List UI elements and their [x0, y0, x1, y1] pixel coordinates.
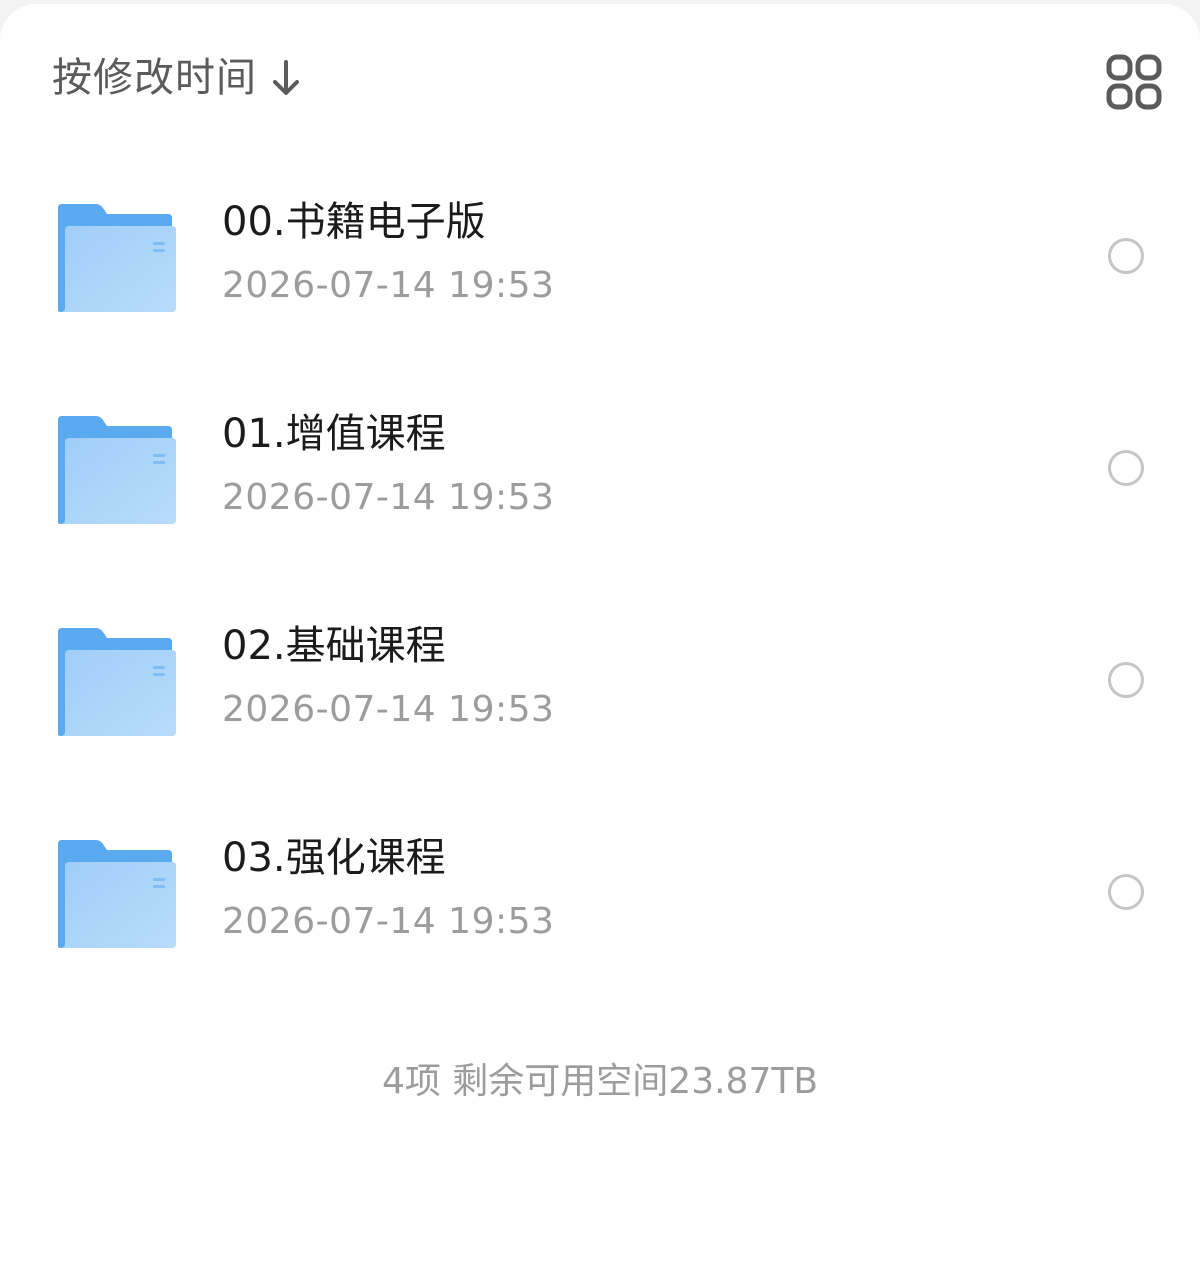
toolbar: 按修改时间: [0, 4, 1200, 154]
sort-label: 按修改时间: [52, 55, 257, 101]
file-modified-time: 2026-07-14 19:53: [222, 901, 555, 942]
file-row[interactable]: 02.基础课程 2026-07-14 19:53: [0, 580, 1200, 792]
file-modified-time: 2026-07-14 19:53: [222, 689, 555, 730]
file-browser-panel: 按修改时间 00.书籍电子版 2026-07-14 19:53 01.增值课程 …: [0, 4, 1200, 1286]
folder-icon: [58, 204, 176, 312]
file-name: 01.增值课程: [222, 411, 446, 457]
file-row[interactable]: 03.强化课程 2026-07-14 19:53: [0, 792, 1200, 1004]
select-radio[interactable]: [1108, 450, 1144, 486]
grid-view-icon[interactable]: [1104, 52, 1164, 112]
file-modified-time: 2026-07-14 19:53: [222, 265, 555, 306]
folder-icon: [58, 840, 176, 948]
file-name: 00.书籍电子版: [222, 199, 486, 245]
folder-icon: [58, 416, 176, 524]
file-modified-time: 2026-07-14 19:53: [222, 477, 555, 518]
arrow-down-icon: [273, 60, 299, 95]
select-radio[interactable]: [1108, 662, 1144, 698]
file-row[interactable]: 01.增值课程 2026-07-14 19:53: [0, 368, 1200, 580]
select-radio[interactable]: [1108, 874, 1144, 910]
select-radio[interactable]: [1108, 238, 1144, 274]
folder-icon: [58, 628, 176, 736]
storage-summary: 4项 剩余可用空间23.87TB: [381, 1061, 819, 1102]
file-name: 03.强化课程: [222, 835, 446, 881]
file-row[interactable]: 00.书籍电子版 2026-07-14 19:53: [0, 156, 1200, 368]
sort-button[interactable]: 按修改时间: [52, 48, 303, 108]
file-name: 02.基础课程: [222, 623, 446, 669]
